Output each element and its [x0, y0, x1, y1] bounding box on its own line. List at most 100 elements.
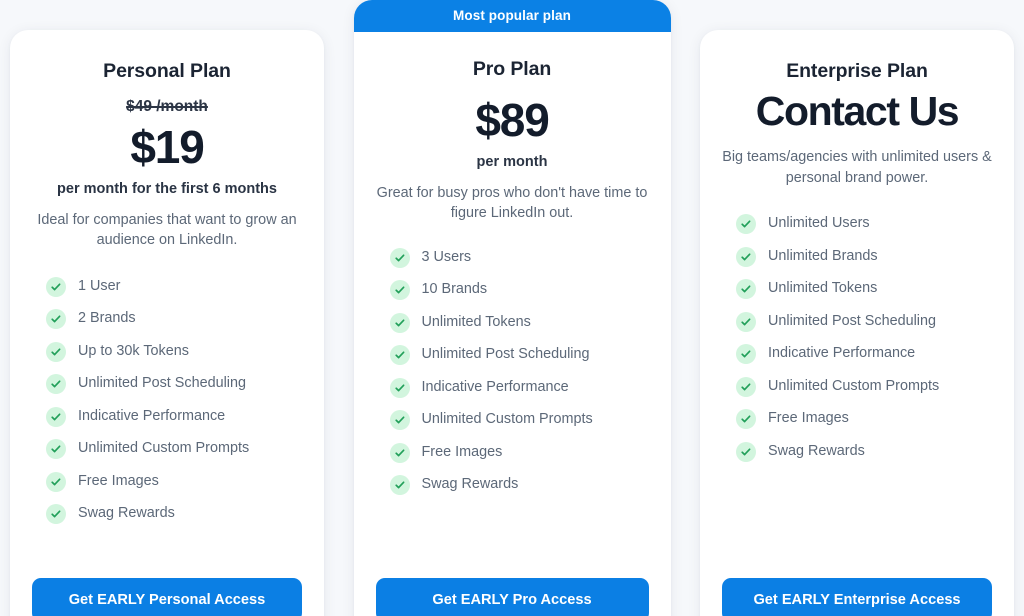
plan-card-enterprise: Enterprise Plan Contact Us Big teams/age… [700, 30, 1014, 616]
feature-label: Indicative Performance [78, 407, 226, 424]
feature-label: Unlimited Brands [768, 247, 878, 264]
list-item: Up to 30k Tokens [46, 341, 302, 362]
check-icon [736, 344, 756, 364]
plan-card-personal: Personal Plan $49 /month $19 per month f… [10, 30, 324, 616]
feature-label: Free Images [768, 410, 849, 427]
check-icon [46, 471, 66, 492]
plan-price-enterprise: Contact Us [755, 88, 960, 134]
feature-label: Unlimited Users [768, 215, 870, 232]
list-item: Unlimited Custom Prompts [46, 439, 302, 459]
list-item: Indicative Performance [389, 377, 649, 398]
check-icon [389, 442, 410, 463]
check-icon [736, 246, 756, 267]
list-item: Unlimited Brands [736, 246, 992, 267]
list-item: Unlimited Post Scheduling [736, 311, 992, 332]
check-icon [46, 341, 66, 362]
plan-card-body: Pro Plan $89 per month Great for busy pr… [354, 32, 671, 616]
plan-description: Big teams/agencies with unlimited users … [722, 149, 992, 186]
plan-title-personal: Personal Plan [103, 60, 231, 82]
get-early-pro-access-button[interactable]: Get EARLY Pro Access [375, 578, 649, 616]
list-item: Free Images [46, 471, 302, 492]
cta-wrapper: Get EARLY Pro Access [375, 544, 649, 616]
cta-wrapper: Get EARLY Enterprise Access [722, 548, 992, 616]
plan-price-note: per month [476, 153, 548, 170]
list-item: Indicative Performance [736, 344, 992, 364]
check-icon [389, 410, 410, 430]
plan-original-price: $49 /month [126, 98, 208, 115]
plan-card-pro: Most popular plan Pro Plan $89 per month… [353, 0, 671, 616]
check-icon [389, 377, 410, 398]
check-icon [46, 439, 66, 459]
feature-label: Unlimited Tokens [768, 280, 878, 297]
plan-price-pro: $89 [475, 94, 549, 146]
feature-label: Unlimited Tokens [421, 313, 531, 330]
check-icon [389, 345, 410, 365]
plan-description: Great for busy pros who don't have time … [376, 184, 648, 222]
cta-wrapper: Get EARLY Personal Access [32, 548, 302, 616]
check-icon [736, 441, 756, 462]
check-icon [389, 312, 410, 333]
check-icon [46, 406, 66, 427]
plan-card-body: Personal Plan $49 /month $19 per month f… [10, 30, 324, 616]
plan-title-pro: Pro Plan [472, 58, 552, 80]
feature-list-enterprise: Unlimited Users Unlimited Brands Unlimit… [722, 214, 992, 462]
check-icon [736, 311, 756, 332]
feature-label: 1 User [78, 277, 121, 294]
feature-label: Unlimited Custom Prompts [768, 377, 940, 394]
list-item: Swag Rewards [736, 441, 992, 462]
check-icon [736, 376, 756, 397]
list-item: Unlimited Post Scheduling [46, 374, 302, 394]
feature-list-personal: 1 User 2 Brands Up to 30k Tokens Unlimit… [32, 276, 302, 524]
most-popular-badge: Most popular plan [353, 0, 671, 32]
list-item: Unlimited Custom Prompts [736, 376, 992, 397]
feature-label: Free Images [78, 472, 159, 489]
feature-label: Swag Rewards [768, 442, 865, 459]
check-icon [389, 247, 410, 268]
list-item: Free Images [736, 409, 992, 429]
list-item: 2 Brands [46, 309, 302, 329]
check-icon [46, 504, 66, 524]
list-item: Swag Rewards [46, 504, 302, 524]
check-icon [46, 374, 66, 394]
plan-price-note: per month for the first 6 months [57, 180, 277, 197]
feature-label: Swag Rewards [78, 505, 175, 522]
check-icon [389, 475, 410, 495]
list-item: Unlimited Users [736, 214, 992, 234]
feature-label: Unlimited Custom Prompts [78, 440, 250, 457]
list-item: 3 Users [389, 247, 649, 268]
feature-label: Indicative Performance [768, 345, 916, 362]
list-item: Unlimited Post Scheduling [389, 345, 649, 365]
feature-list-pro: 3 Users 10 Brands Unlimited Tokens Unlim… [376, 247, 649, 495]
pricing-plans-grid: Personal Plan $49 /month $19 per month f… [0, 0, 1024, 616]
list-item: 10 Brands [389, 280, 649, 300]
list-item: Unlimited Tokens [389, 312, 649, 333]
check-icon [389, 280, 410, 300]
plan-card-body: Enterprise Plan Contact Us Big teams/age… [700, 30, 1014, 616]
feature-label: Up to 30k Tokens [78, 342, 189, 359]
list-item: Unlimited Tokens [736, 279, 992, 299]
plan-title-enterprise: Enterprise Plan [786, 60, 928, 82]
feature-label: 3 Users [421, 248, 472, 265]
check-icon [736, 214, 756, 234]
feature-label: Unlimited Post Scheduling [78, 375, 246, 392]
feature-label: Indicative Performance [421, 378, 569, 395]
list-item: Free Images [389, 442, 649, 463]
feature-label: Free Images [421, 443, 503, 460]
feature-label: 2 Brands [78, 310, 136, 327]
list-item: Indicative Performance [46, 406, 302, 427]
plan-price-personal: $19 [130, 121, 204, 173]
check-icon [736, 279, 756, 299]
feature-label: Swag Rewards [421, 476, 519, 493]
get-early-enterprise-access-button[interactable]: Get EARLY Enterprise Access [722, 578, 992, 616]
feature-label: Unlimited Custom Prompts [421, 411, 593, 428]
get-early-personal-access-button[interactable]: Get EARLY Personal Access [32, 578, 302, 616]
check-icon [736, 409, 756, 429]
check-icon [46, 309, 66, 329]
feature-label: 10 Brands [421, 281, 488, 298]
feature-label: Unlimited Post Scheduling [768, 312, 936, 329]
plan-description: Ideal for companies that want to grow an… [37, 211, 297, 249]
feature-label: Unlimited Post Scheduling [421, 346, 590, 363]
list-item: Unlimited Custom Prompts [389, 410, 649, 430]
list-item: Swag Rewards [389, 475, 649, 495]
list-item: 1 User [46, 276, 302, 297]
